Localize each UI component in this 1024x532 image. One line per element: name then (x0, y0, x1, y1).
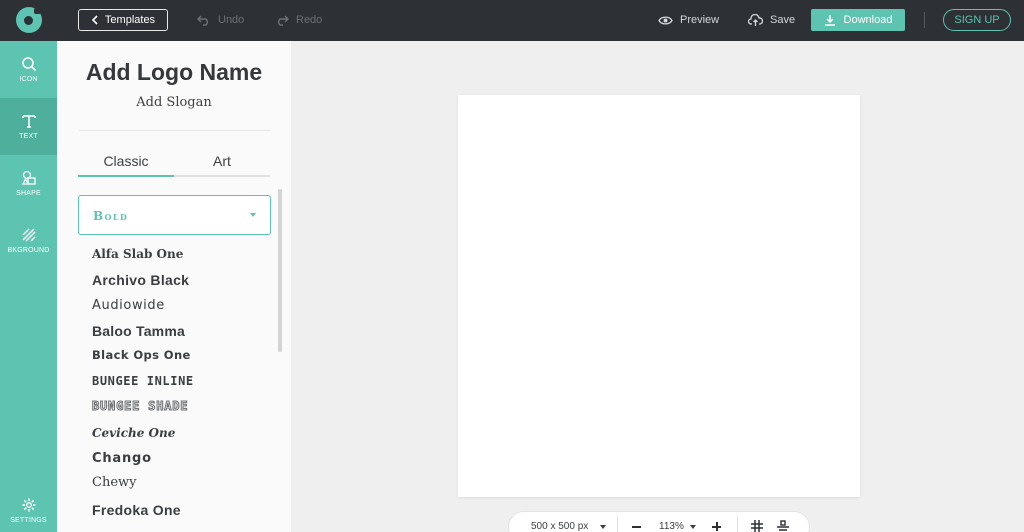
preview-button[interactable]: Preview (658, 12, 719, 28)
toolbar-divider (924, 12, 925, 28)
preview-label: Preview (680, 14, 720, 26)
font-item[interactable]: Black Ops One (92, 348, 191, 368)
rail-item-settings[interactable]: SETTINGS (0, 489, 57, 532)
save-button[interactable]: Save (748, 12, 795, 28)
rail-item-label: BKGROUND (7, 247, 50, 254)
bottom-toolbar: 500 x 500 px 113% (509, 512, 809, 532)
toolbar-divider (737, 516, 738, 532)
font-category-select[interactable]: Bold (78, 195, 271, 235)
grid-icon[interactable] (751, 520, 763, 532)
app-logo[interactable] (16, 7, 42, 33)
font-item[interactable]: Audiowide (92, 298, 165, 318)
rail-item-label: ICON (19, 76, 38, 83)
font-list-scrollbar[interactable] (278, 189, 282, 352)
eye-icon (658, 15, 673, 25)
templates-label: Templates (104, 14, 156, 26)
redo-button[interactable]: Redo (275, 12, 322, 28)
font-item[interactable]: Chewy (92, 475, 136, 495)
font-item[interactable]: BUNGEE INLINE (92, 374, 194, 394)
caret-down-icon (689, 524, 696, 529)
download-label: Download (843, 14, 893, 26)
templates-button[interactable]: Templates (78, 9, 168, 31)
top-toolbar: Templates Undo Redo Preview Save Downloa… (0, 0, 1024, 41)
font-item[interactable]: Fredoka One (92, 502, 181, 522)
zoom-out-button[interactable] (632, 526, 641, 528)
redo-icon (278, 15, 289, 26)
toolbar-divider (617, 516, 618, 532)
canvas-size-select[interactable]: 500 x 500 px (531, 521, 607, 532)
caret-down-icon (250, 213, 256, 217)
zoom-in-button[interactable] (712, 522, 721, 531)
slogan-text[interactable]: Add Slogan (57, 95, 291, 110)
gear-icon (22, 498, 35, 512)
save-label: Save (770, 14, 796, 26)
rail-item-shape[interactable]: SHAPE (0, 155, 57, 212)
font-item[interactable]: Baloo Tamma (92, 323, 185, 343)
download-icon (824, 15, 835, 26)
cloud-upload-icon (748, 13, 763, 26)
caret-down-icon (600, 524, 607, 529)
panel-divider (79, 130, 271, 131)
font-category-value: Bold (93, 209, 129, 223)
undo-button[interactable]: Undo (197, 12, 244, 28)
align-icon[interactable] (777, 520, 789, 532)
font-item[interactable]: BUNGEE SHADE (91, 399, 188, 419)
rail-item-label: SETTINGS (10, 517, 47, 524)
background-icon (22, 228, 35, 242)
tab-classic[interactable]: Classic (78, 153, 174, 169)
font-item[interactable]: Chango (92, 451, 152, 471)
zoom-select[interactable]: 113% (659, 521, 696, 532)
zoom-value: 113% (659, 521, 684, 532)
rail-item-text[interactable]: TEXT (0, 98, 57, 155)
rail-item-background[interactable]: BKGROUND (0, 212, 57, 269)
rail-item-label: TEXT (19, 133, 38, 140)
font-item[interactable]: Ceviche One (92, 426, 175, 446)
logo-name-text[interactable]: Add Logo Name (57, 59, 291, 86)
text-icon (21, 115, 36, 128)
sign-up-button[interactable]: SIGN UP (943, 9, 1011, 31)
download-button[interactable]: Download (811, 9, 905, 31)
redo-label: Redo (296, 14, 323, 26)
canvas-size-value: 500 x 500 px (531, 521, 589, 532)
rail-item-label: SHAPE (16, 190, 41, 197)
tab-art[interactable]: Art (174, 153, 270, 169)
shape-icon (21, 170, 36, 185)
rail-item-icon[interactable]: ICON (0, 41, 57, 98)
font-item[interactable]: Archivo Black (92, 272, 189, 292)
design-artboard[interactable] (458, 95, 860, 497)
text-panel: Add Logo Name Add Slogan Classic Art Bol… (57, 41, 291, 532)
undo-label: Undo (218, 14, 245, 26)
undo-icon (197, 15, 208, 26)
font-item[interactable]: Alfa Slab One (92, 247, 183, 267)
left-rail: ICON TEXT SHAPE BKGROUND SETTINGS (0, 41, 57, 532)
chevron-left-icon (91, 15, 98, 25)
search-icon (21, 57, 36, 72)
tab-active-indicator (78, 175, 174, 177)
